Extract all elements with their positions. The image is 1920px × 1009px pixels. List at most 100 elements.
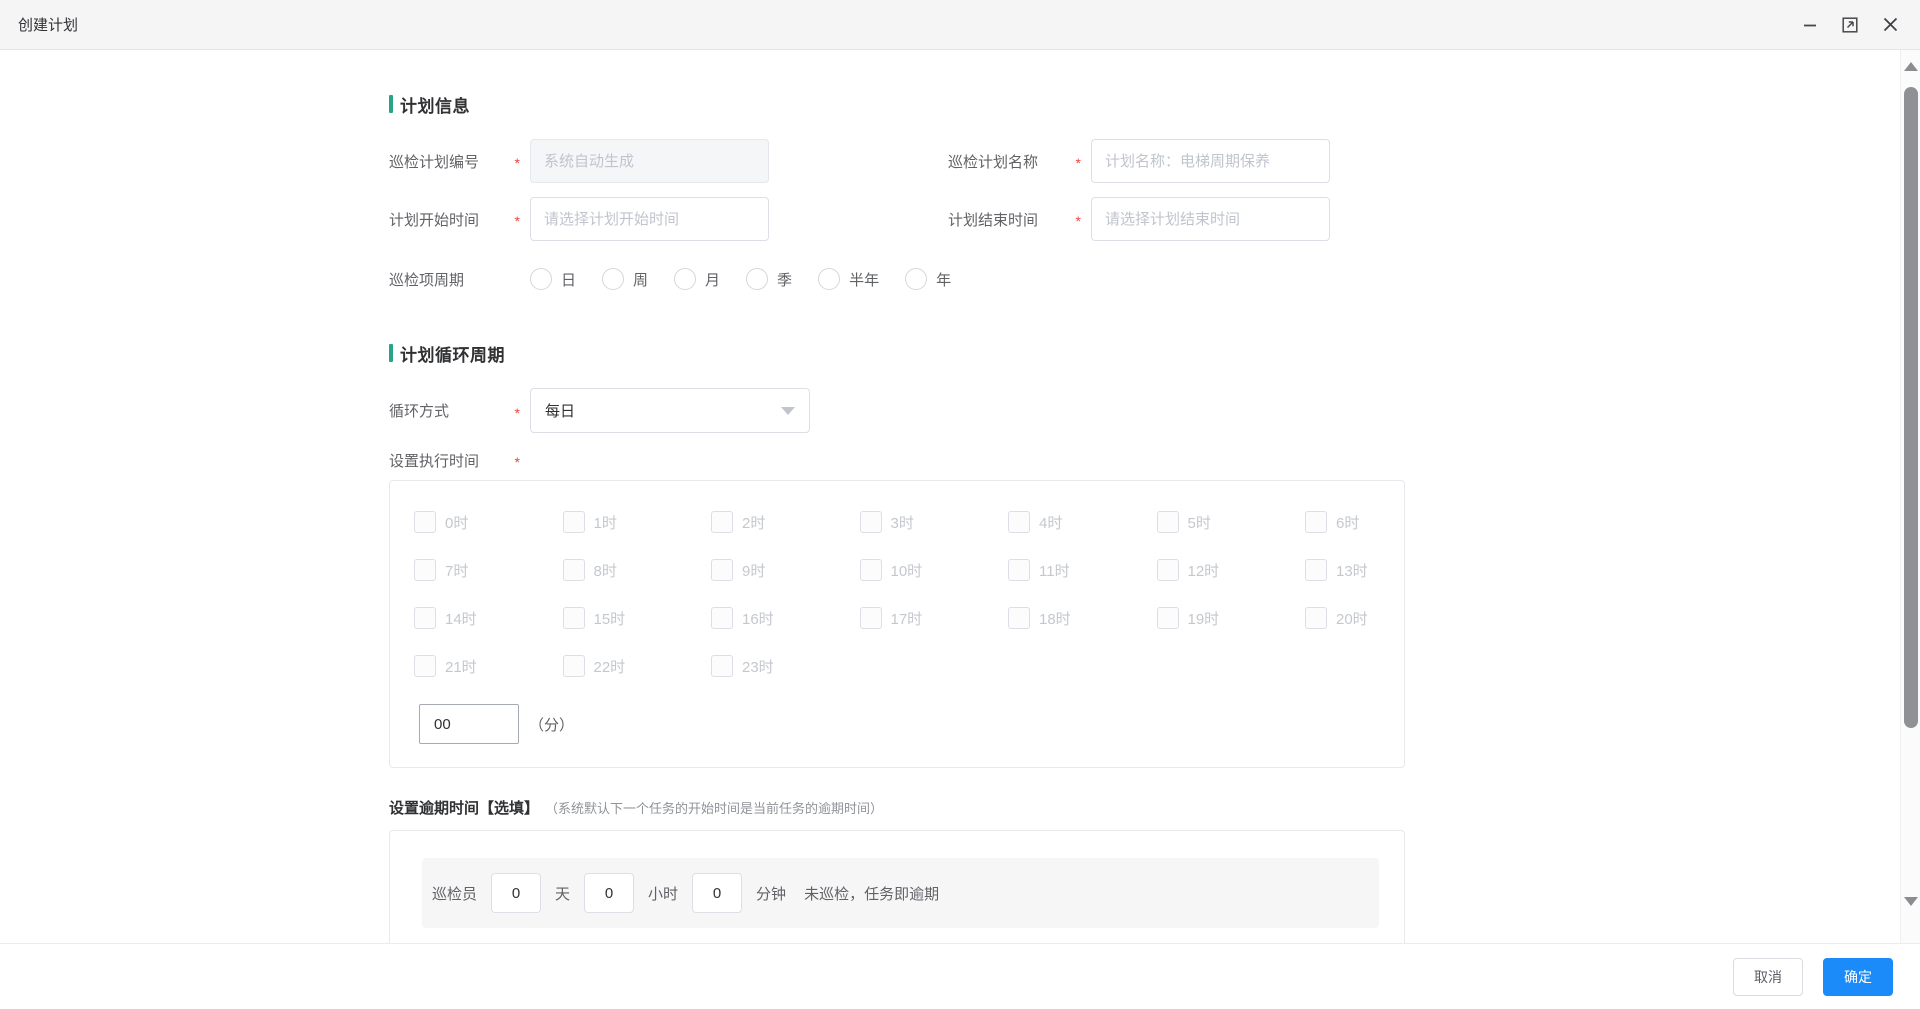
window-controls <box>1800 15 1904 35</box>
scroll-down-icon[interactable] <box>1904 897 1918 906</box>
hour-checkbox-item-17[interactable]: 17时 <box>860 607 1009 629</box>
plan-number-input[interactable] <box>530 139 769 183</box>
hour-checkbox-item-16[interactable]: 16时 <box>711 607 860 629</box>
hour-checkbox-item-9[interactable]: 9时 <box>711 559 860 581</box>
form-row-2: 计划开始时间 * 计划结束时间 * <box>389 197 1898 241</box>
loop-mode-label-cell: 循环方式 * <box>389 400 520 421</box>
hour-label: 18时 <box>1039 608 1071 629</box>
checkbox-icon <box>1305 559 1327 581</box>
radio-label: 月 <box>705 269 720 290</box>
start-time-label: 计划开始时间 <box>389 209 479 230</box>
close-button[interactable] <box>1880 15 1900 35</box>
hour-label: 21时 <box>445 656 477 677</box>
exec-time-label-cell: 设置执行时间 * <box>389 450 520 471</box>
hour-checkbox-item-20[interactable]: 20时 <box>1305 607 1454 629</box>
hour-checkbox-item-11[interactable]: 11时 <box>1008 559 1157 581</box>
radio-circle-icon <box>602 268 624 290</box>
hour-checkbox-item-23[interactable]: 23时 <box>711 655 860 677</box>
hour-grid: 0时1时2时3时4时5时6时7时8时9时10时11时12时13时14时15时16… <box>414 511 1404 677</box>
hour-checkbox-item-0[interactable]: 0时 <box>414 511 563 533</box>
hour-checkbox-item-7[interactable]: 7时 <box>414 559 563 581</box>
hour-checkbox-item-21[interactable]: 21时 <box>414 655 563 677</box>
radio-circle-icon <box>746 268 768 290</box>
hour-checkbox-item-5[interactable]: 5时 <box>1157 511 1306 533</box>
hour-label: 2时 <box>742 512 765 533</box>
hour-checkbox-item-14[interactable]: 14时 <box>414 607 563 629</box>
scrollbar-thumb[interactable] <box>1904 87 1918 728</box>
item-cycle-label-cell: 巡检项周期 <box>389 269 520 290</box>
exec-time-label: 设置执行时间 <box>389 450 479 471</box>
minimize-button[interactable] <box>1800 15 1820 35</box>
overdue-row: 巡检员 天 小时 分钟 未巡检，任务即逾期 <box>422 858 1379 928</box>
checkbox-icon <box>1008 511 1030 533</box>
plan-name-label: 巡检计划名称 <box>948 151 1038 172</box>
hour-checkbox-item-19[interactable]: 19时 <box>1157 607 1306 629</box>
hour-checkbox-item-15[interactable]: 15时 <box>563 607 712 629</box>
overdue-hours-input[interactable] <box>584 873 634 913</box>
overdue-minutes-input[interactable] <box>692 873 742 913</box>
checkbox-icon <box>1305 607 1327 629</box>
loop-mode-label: 循环方式 <box>389 400 449 421</box>
required-asterisk: * <box>1076 209 1081 229</box>
hour-checkbox-item-3[interactable]: 3时 <box>860 511 1009 533</box>
item-cycle-radio-3[interactable]: 季 <box>746 268 792 290</box>
dialog-footer: 取消 确定 <box>0 943 1920 1009</box>
radio-circle-icon <box>818 268 840 290</box>
cancel-button[interactable]: 取消 <box>1733 958 1803 996</box>
item-cycle-radio-1[interactable]: 周 <box>602 268 648 290</box>
checkbox-icon <box>1157 511 1179 533</box>
item-cycle-radio-4[interactable]: 半年 <box>818 268 879 290</box>
overdue-days-input[interactable] <box>491 873 541 913</box>
checkbox-icon <box>711 607 733 629</box>
hour-label: 11时 <box>1039 560 1070 581</box>
item-cycle-radio-2[interactable]: 月 <box>674 268 720 290</box>
overdue-hours-unit: 小时 <box>648 883 678 904</box>
overdue-note: （系统默认下一个任务的开始时间是当前任务的逾期时间） <box>545 798 883 817</box>
hour-checkbox-item-1[interactable]: 1时 <box>563 511 712 533</box>
hour-checkbox-item-13[interactable]: 13时 <box>1305 559 1454 581</box>
start-time-label-cell: 计划开始时间 * <box>389 209 520 230</box>
checkbox-icon <box>563 655 585 677</box>
end-time-group: 计划结束时间 * <box>948 197 1330 241</box>
hour-checkbox-item-2[interactable]: 2时 <box>711 511 860 533</box>
checkbox-icon <box>563 511 585 533</box>
hour-checkbox-item-18[interactable]: 18时 <box>1008 607 1157 629</box>
hour-checkbox-item-12[interactable]: 12时 <box>1157 559 1306 581</box>
confirm-button[interactable]: 确定 <box>1823 958 1893 996</box>
maximize-button[interactable] <box>1840 15 1860 35</box>
item-cycle-radio-5[interactable]: 年 <box>905 268 951 290</box>
end-time-input[interactable] <box>1091 197 1330 241</box>
hour-label: 14时 <box>445 608 477 629</box>
checkbox-icon <box>1305 511 1327 533</box>
overdue-panel: 巡检员 天 小时 分钟 未巡检，任务即逾期 <box>389 830 1405 943</box>
hour-checkbox-item-22[interactable]: 22时 <box>563 655 712 677</box>
hour-label: 9时 <box>742 560 765 581</box>
item-cycle-radio-0[interactable]: 日 <box>530 268 576 290</box>
hour-label: 4时 <box>1039 512 1062 533</box>
required-asterisk: * <box>515 209 520 229</box>
loop-mode-select[interactable]: 每日 <box>530 388 810 433</box>
hour-label: 8时 <box>594 560 617 581</box>
hour-checkbox-item-4[interactable]: 4时 <box>1008 511 1157 533</box>
hour-label: 17时 <box>891 608 923 629</box>
plan-name-input[interactable] <box>1091 139 1330 183</box>
checkbox-icon <box>1157 559 1179 581</box>
section-cycle-header: 计划循环周期 <box>389 342 1898 364</box>
hour-checkbox-item-6[interactable]: 6时 <box>1305 511 1454 533</box>
hour-label: 3时 <box>891 512 914 533</box>
scrollbar[interactable] <box>1900 50 1920 943</box>
radio-label: 日 <box>561 269 576 290</box>
minute-input[interactable] <box>419 704 519 744</box>
create-plan-form: 计划信息 巡检计划编号 * 巡检计划名称 * 计划开始时间 * <box>0 50 1898 943</box>
start-time-input[interactable] <box>530 197 769 241</box>
section-title: 计划循环周期 <box>400 341 505 366</box>
overdue-prefix-label: 巡检员 <box>432 883 477 904</box>
hour-checkbox-item-8[interactable]: 8时 <box>563 559 712 581</box>
plan-number-label: 巡检计划编号 <box>389 151 479 172</box>
scroll-up-icon[interactable] <box>1904 62 1918 71</box>
hour-label: 5时 <box>1188 512 1211 533</box>
item-cycle-row: 巡检项周期 日 周 月 季 半年 年 <box>389 267 1898 291</box>
hour-checkbox-item-10[interactable]: 10时 <box>860 559 1009 581</box>
chevron-down-icon <box>781 407 795 415</box>
hour-label: 16时 <box>742 608 774 629</box>
